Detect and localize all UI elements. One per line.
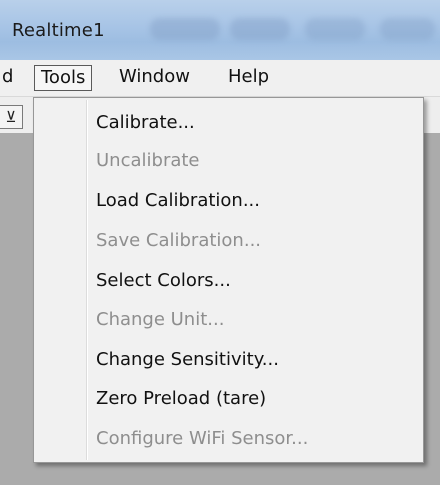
title-bar[interactable]: Realtime1	[0, 0, 440, 60]
menu-icon-gutter-divider	[86, 100, 88, 460]
title-bar-glass-blur	[305, 18, 365, 40]
menu-item-change-sensitivity[interactable]: Change Sensitivity...	[96, 342, 279, 378]
title-bar-glass-blur	[380, 18, 435, 40]
menu-bar: d Tools Window Help	[0, 60, 440, 97]
menu-item-save-calibration: Save Calibration...	[96, 230, 262, 251]
cursor-icon[interactable]: ⊻	[0, 105, 23, 129]
menu-item-select-colors[interactable]: Select Colors...	[96, 263, 231, 299]
menu-item-configure-wifi-sensor: Configure WiFi Sensor...	[96, 428, 309, 449]
menu-help[interactable]: Help	[222, 65, 275, 89]
menu-item-uncalibrate: Uncalibrate	[96, 150, 200, 171]
menu-window[interactable]: Window	[113, 65, 196, 89]
title-bar-glass-blur	[230, 18, 290, 40]
menu-item-zero-preload[interactable]: Zero Preload (tare)	[96, 381, 266, 417]
menu-tools[interactable]: Tools	[34, 65, 93, 91]
menu-item-change-unit: Change Unit...	[96, 309, 225, 330]
app-window: Realtime1 d Tools Window Help ⊻ Calibrat…	[0, 0, 440, 485]
title-bar-glass-blur	[150, 18, 220, 40]
menu-item-load-calibration[interactable]: Load Calibration...	[96, 183, 260, 219]
tools-dropdown-menu: Calibrate... Uncalibrate Load Calibratio…	[33, 97, 424, 463]
menu-item-calibrate[interactable]: Calibrate...	[96, 105, 195, 141]
menu-view-partial[interactable]: d	[0, 65, 19, 89]
window-title: Realtime1	[12, 20, 105, 41]
